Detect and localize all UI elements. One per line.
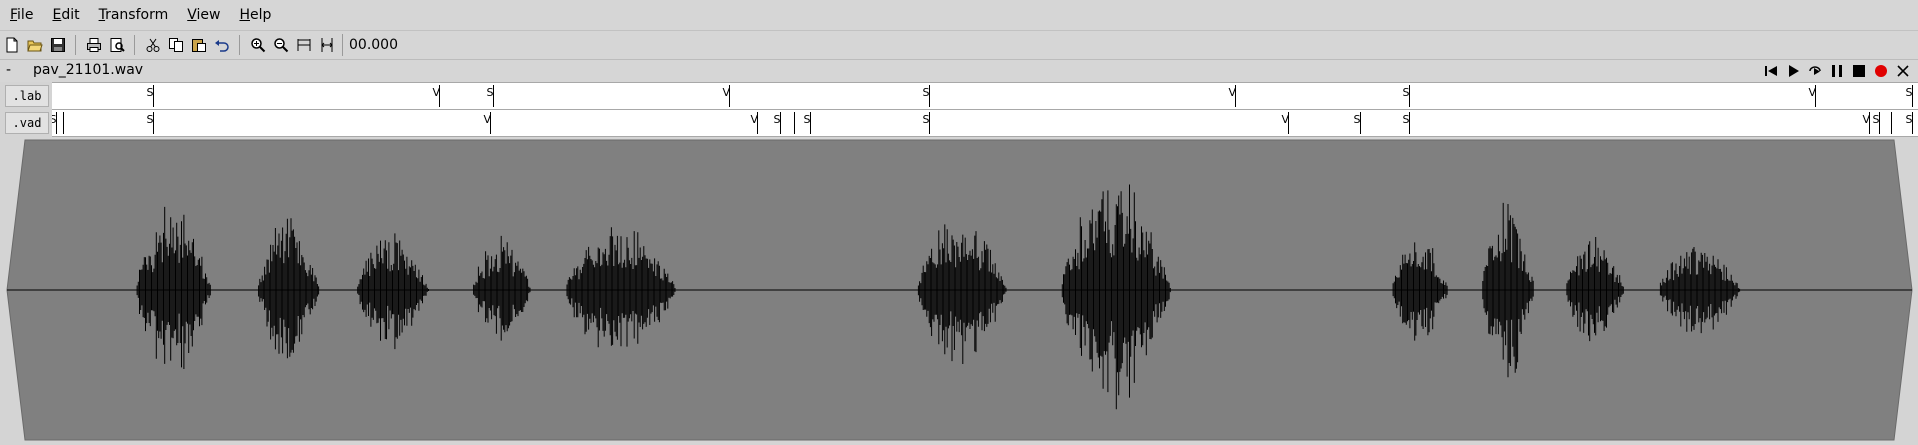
title-dash: - <box>6 62 12 78</box>
menu-file[interactable]: File <box>0 0 42 30</box>
loop-play-icon[interactable] <box>1804 60 1826 82</box>
undo-icon[interactable] <box>211 34 233 56</box>
copy-icon[interactable] <box>165 34 187 56</box>
zoom-in-icon[interactable] <box>247 34 269 56</box>
transport-controls <box>1760 60 1914 82</box>
menu-bar: File Edit Transform View Help <box>0 0 1918 31</box>
boundary-label: S <box>774 113 781 126</box>
print-icon[interactable] <box>83 34 105 56</box>
file-title: pav_21101.wav <box>33 62 144 78</box>
cut-icon[interactable] <box>142 34 164 56</box>
zoom-fit-icon[interactable] <box>293 34 315 56</box>
boundary-label: S <box>487 86 494 99</box>
print-preview-icon[interactable] <box>106 34 128 56</box>
boundary-label: V <box>433 86 441 99</box>
boundary-label: S <box>923 113 930 126</box>
boundary-label: S <box>1906 86 1913 99</box>
boundary-label: V <box>1863 113 1871 126</box>
label-tier-lab: .lab S V S V S V S V S <box>0 82 1918 110</box>
tier-track-vad[interactable]: SSVVSSSVSSVSS <box>52 109 1918 137</box>
boundary-label: S <box>1354 113 1361 126</box>
label-tier-vad: .vad SSVVSSSVSSVSS <box>0 109 1918 137</box>
menu-edit[interactable]: Edit <box>42 0 88 30</box>
tier-name-vad[interactable]: .vad <box>5 112 49 134</box>
boundary-label: S <box>1906 113 1913 126</box>
new-file-icon[interactable] <box>1 34 23 56</box>
boundary-label: V <box>1229 86 1237 99</box>
boundary-label: S <box>923 86 930 99</box>
tier-track-lab[interactable]: SVSVSVSVS <box>52 82 1918 110</box>
toolbar-separator <box>75 35 76 55</box>
boundary-label: V <box>751 113 759 126</box>
menu-help[interactable]: Help <box>229 0 280 30</box>
tier-name-lab[interactable]: .lab <box>5 85 49 107</box>
play-icon[interactable] <box>1782 60 1804 82</box>
boundary-label: V <box>723 86 731 99</box>
zoom-out-icon[interactable] <box>270 34 292 56</box>
menu-transform[interactable]: Transform <box>89 0 178 30</box>
record-icon[interactable] <box>1870 60 1892 82</box>
toolbar-separator <box>134 35 135 55</box>
boundary-label: S <box>147 113 154 126</box>
open-folder-icon[interactable] <box>24 34 46 56</box>
paste-icon[interactable] <box>188 34 210 56</box>
zoom-selection-icon[interactable] <box>316 34 338 56</box>
boundary-label: S <box>1873 113 1880 126</box>
toolbar-separator <box>239 35 240 55</box>
boundary-label: S <box>804 113 811 126</box>
boundary-label: S <box>52 113 57 126</box>
pause-icon[interactable] <box>1826 60 1848 82</box>
boundary-label: V <box>1282 113 1290 126</box>
time-display: 00.000 <box>342 34 404 56</box>
save-icon[interactable] <box>47 34 69 56</box>
close-icon[interactable] <box>1892 60 1914 82</box>
boundary-label: V <box>484 113 492 126</box>
boundary-label: S <box>147 86 154 99</box>
skip-to-start-icon[interactable] <box>1760 60 1782 82</box>
boundary-label: V <box>1809 86 1817 99</box>
boundary-label: S <box>1403 86 1410 99</box>
waveform-view[interactable] <box>0 138 1918 445</box>
stop-icon[interactable] <box>1848 60 1870 82</box>
title-row: - pav_21101.wav <box>0 60 1918 82</box>
toolbar: 00.000 <box>0 31 1918 60</box>
boundary-label: S <box>1403 113 1410 126</box>
menu-view[interactable]: View <box>177 0 229 30</box>
